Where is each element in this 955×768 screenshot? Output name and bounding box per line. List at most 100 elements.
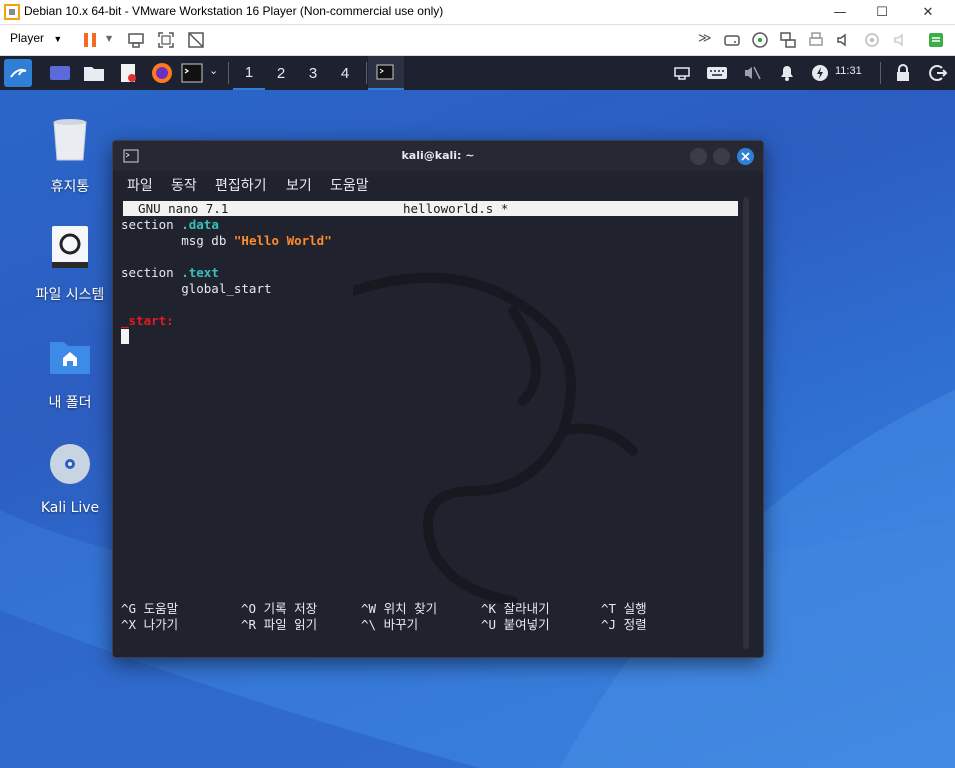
shortcut-label: 파일 읽기 xyxy=(263,617,318,632)
menu-help[interactable]: 도움말 xyxy=(330,175,369,195)
shortcut-key: ^K xyxy=(481,601,497,616)
kali-menu-icon[interactable] xyxy=(4,59,32,87)
workspace-4[interactable]: 4 xyxy=(329,56,361,90)
vmware-toolbar: Player ▼ ▼ ≫ xyxy=(0,25,955,56)
close-button[interactable]: ✕ xyxy=(905,0,951,24)
desktop-icon-filesystem[interactable]: 파일 시스템 xyxy=(20,224,120,304)
terminal-scrollbar[interactable] xyxy=(743,197,749,649)
shortcut-paste[interactable]: ^U 붙여넣기 xyxy=(481,617,550,633)
desktop-icon-trash[interactable]: 휴지통 xyxy=(20,116,120,196)
send-ctrl-alt-del-icon[interactable] xyxy=(126,30,146,50)
code-line-1: section .data xyxy=(121,217,219,233)
workspace-2[interactable]: 2 xyxy=(265,56,297,90)
home-folder-icon xyxy=(50,342,90,374)
clock[interactable]: 11:31 xyxy=(835,65,862,77)
desktop-icon-label: 내 폴더 xyxy=(48,395,92,411)
text-cursor xyxy=(121,329,129,344)
vmware-logo-icon xyxy=(4,4,20,20)
pause-dropdown-icon[interactable]: ▼ xyxy=(106,34,112,43)
firefox-icon[interactable] xyxy=(150,61,174,85)
code-line-2: msg db "Hello World" xyxy=(121,233,332,249)
more-devices-icon[interactable]: ≫ xyxy=(698,31,712,46)
code-directive: .text xyxy=(181,265,219,280)
cd-drive-icon[interactable] xyxy=(750,30,770,50)
hard-disk-icon[interactable] xyxy=(722,30,742,50)
terminal-launcher-icon[interactable] xyxy=(180,61,204,85)
printer-icon[interactable] xyxy=(806,30,826,50)
message-log-icon[interactable] xyxy=(926,30,946,50)
chevron-down-icon: ▼ xyxy=(53,34,63,44)
code-string: "Hello World" xyxy=(233,233,332,248)
launcher-dropdown-icon[interactable]: ⌄ xyxy=(209,64,218,77)
shortcut-help[interactable]: ^G 도움말 xyxy=(121,601,178,617)
speaker-icon[interactable] xyxy=(890,30,910,50)
window-title: Debian 10.x 64-bit - VMware Workstation … xyxy=(24,4,444,18)
file-manager-icon[interactable] xyxy=(82,61,106,85)
shortcut-justify[interactable]: ^J 정렬 xyxy=(601,617,647,633)
taskbar-terminal-window[interactable] xyxy=(368,56,404,90)
code-text: msg db xyxy=(121,233,234,248)
nano-editor[interactable]: GNU nano 7.1 helloworld.s * section .dat… xyxy=(121,199,741,649)
shortcut-exit[interactable]: ^X 나가기 xyxy=(121,617,178,633)
terminal-title-bar[interactable]: kali@kali: ~ xyxy=(113,141,763,171)
shortcut-label: 나가기 xyxy=(143,617,179,632)
kali-taskbar: ⌄ 1 2 3 4 11:31 xyxy=(0,56,955,90)
shortcut-key: ^J xyxy=(601,617,617,632)
shortcut-label: 붙여넣기 xyxy=(503,617,550,632)
menu-actions[interactable]: 동작 xyxy=(171,175,197,195)
shortcut-key: ^T xyxy=(601,601,617,616)
menu-file[interactable]: 파일 xyxy=(127,175,153,195)
keyboard-icon[interactable] xyxy=(706,63,728,83)
text-editor-icon[interactable] xyxy=(116,61,140,85)
shortcut-where-is[interactable]: ^W 위치 찾기 xyxy=(361,601,437,617)
menu-edit[interactable]: 편집하기 xyxy=(215,175,267,195)
notifications-bell-icon[interactable] xyxy=(778,63,796,83)
terminal-close-button[interactable] xyxy=(737,148,754,165)
workspace-1[interactable]: 1 xyxy=(233,56,265,90)
nano-title-bar: GNU nano 7.1 helloworld.s * xyxy=(123,201,738,216)
network-tray-icon[interactable] xyxy=(672,63,692,83)
pause-icon[interactable] xyxy=(80,30,100,50)
shortcut-label: 바꾸기 xyxy=(383,617,419,632)
shortcut-key: ^X xyxy=(121,617,137,632)
code-text: section xyxy=(121,265,182,280)
nano-version: GNU nano 7.1 xyxy=(123,201,229,216)
shortcut-key: ^U xyxy=(481,617,497,632)
close-icon xyxy=(741,152,750,161)
volume-muted-icon[interactable] xyxy=(742,63,762,83)
shortcut-write-out[interactable]: ^O 기록 저장 xyxy=(241,601,317,617)
shortcut-replace[interactable]: ^\ 바꾸기 xyxy=(361,617,418,633)
panel-divider xyxy=(228,62,229,84)
minimize-button[interactable]: — xyxy=(817,0,863,24)
network-adapter-icon[interactable] xyxy=(778,30,798,50)
maximize-button[interactable]: ☐ xyxy=(859,0,905,24)
desktop-icon-label: Kali Live xyxy=(40,500,100,516)
disc-icon xyxy=(50,444,90,484)
shortcut-label: 실행 xyxy=(623,601,647,616)
desktop-icon-kali-live[interactable]: Kali Live xyxy=(20,440,120,516)
fullscreen-icon[interactable] xyxy=(156,30,176,50)
logout-icon[interactable] xyxy=(928,63,948,83)
camera-icon[interactable] xyxy=(862,30,882,50)
trash-icon xyxy=(53,119,87,161)
sound-card-icon[interactable] xyxy=(834,30,854,50)
player-menu-button[interactable]: Player ▼ xyxy=(10,31,62,45)
power-manager-icon[interactable] xyxy=(810,63,830,83)
unity-mode-icon[interactable] xyxy=(186,30,206,50)
show-desktop-icon[interactable] xyxy=(48,61,72,85)
code-directive: .data xyxy=(181,217,219,232)
shortcut-cut[interactable]: ^K 잘라내기 xyxy=(481,601,550,617)
shortcut-label: 정렬 xyxy=(623,617,647,632)
lock-screen-icon[interactable] xyxy=(894,63,912,83)
terminal-minimize-button[interactable] xyxy=(690,148,707,165)
shortcut-key: ^R xyxy=(241,617,257,632)
shortcut-key: ^G xyxy=(121,601,137,616)
menu-view[interactable]: 보기 xyxy=(286,175,312,195)
shortcut-label: 도움말 xyxy=(143,601,179,616)
shortcut-key: ^O xyxy=(241,601,257,616)
desktop-icon-home[interactable]: 내 폴더 xyxy=(20,332,120,412)
workspace-3[interactable]: 3 xyxy=(297,56,329,90)
terminal-maximize-button[interactable] xyxy=(713,148,730,165)
shortcut-execute[interactable]: ^T 실행 xyxy=(601,601,647,617)
shortcut-read-file[interactable]: ^R 파일 읽기 xyxy=(241,617,317,633)
